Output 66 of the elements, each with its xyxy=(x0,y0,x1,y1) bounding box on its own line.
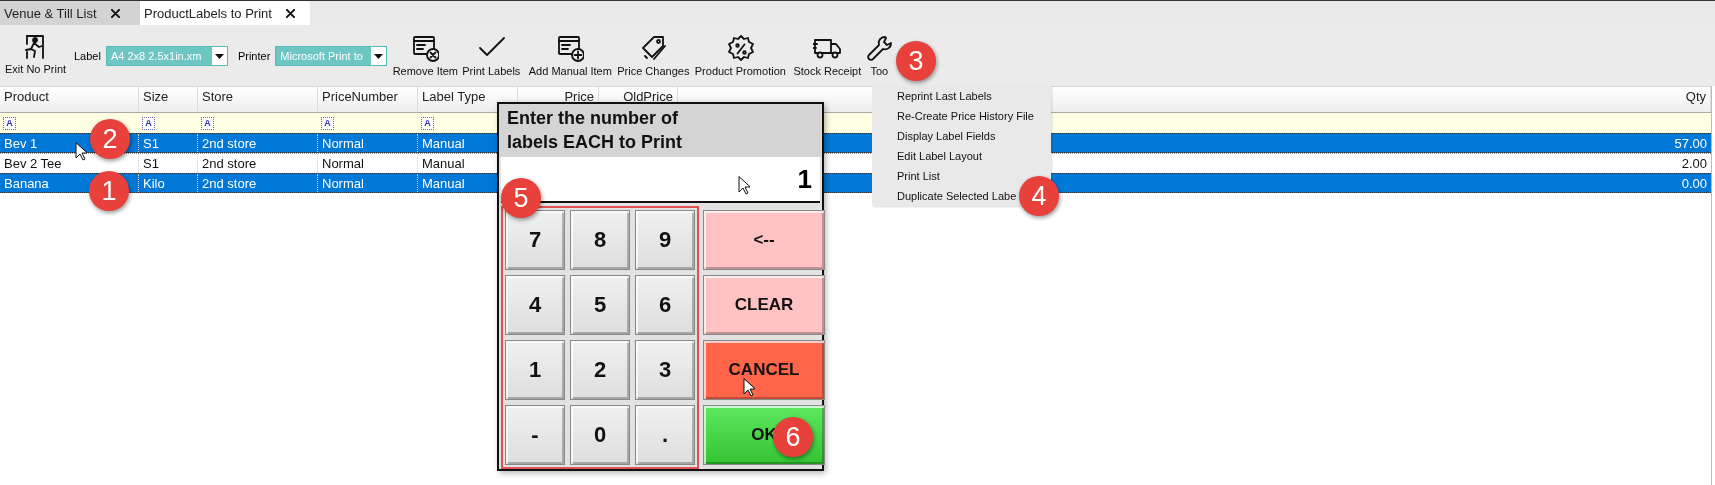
cancel-button[interactable]: CANCEL xyxy=(703,340,825,400)
keypad-key[interactable]: 2 xyxy=(570,340,630,400)
percent-badge-icon xyxy=(726,34,755,62)
callout-badge: 1 xyxy=(89,171,129,211)
door-exit-icon xyxy=(23,34,47,60)
menu-item[interactable]: Edit Label Layout xyxy=(897,150,982,162)
toolbar-button[interactable]: Add Manual Item xyxy=(525,25,616,86)
toolbar-button[interactable]: Stock Receipt xyxy=(789,25,866,86)
column-header[interactable]: Store xyxy=(198,87,318,112)
filter-icon[interactable]: A xyxy=(3,116,16,130)
tab[interactable]: ProductLabels to Print xyxy=(140,1,310,25)
keypad-key[interactable]: 5 xyxy=(570,275,630,335)
menu-item[interactable]: Duplicate Selected Labe xyxy=(897,190,1017,202)
mouse-pointer-icon xyxy=(743,378,755,397)
menu-item[interactable]: Re-Create Price History File xyxy=(897,110,1034,122)
filter-icon[interactable]: A xyxy=(201,116,214,130)
remove-list-icon xyxy=(411,34,440,62)
keypad-key[interactable]: 4 xyxy=(505,275,565,335)
keypad-key[interactable]: 3 xyxy=(635,340,695,400)
keypad-key[interactable]: 8 xyxy=(570,210,630,270)
filter-icon[interactable]: A xyxy=(321,116,334,130)
column-header[interactable]: Size xyxy=(139,87,198,112)
tab[interactable]: Venue & Till List xyxy=(0,1,140,25)
tab-label: Venue & Till List xyxy=(4,5,97,21)
table-cell: 57.00 xyxy=(1674,135,1707,151)
keypad-key[interactable]: 7 xyxy=(505,210,565,270)
menu-item[interactable]: Display Label Fields xyxy=(897,130,996,142)
toolbar-button[interactable]: Product Promotion xyxy=(691,25,790,86)
close-icon[interactable] xyxy=(285,8,295,18)
table-cell: Normal xyxy=(318,174,418,192)
table-cell: S1 xyxy=(139,134,198,152)
keypad-key[interactable]: . xyxy=(635,405,695,465)
keypad-key[interactable]: - xyxy=(505,405,565,465)
mouse-pointer-icon xyxy=(738,176,750,195)
table-cell: Normal xyxy=(318,134,418,152)
menu-item[interactable]: Reprint Last Labels xyxy=(897,90,992,102)
toolbar-button[interactable]: Remove Item xyxy=(393,25,458,86)
column-header[interactable]: PriceNumber xyxy=(318,87,418,112)
table-cell: 2nd store xyxy=(198,134,318,152)
table-cell: 0.00 xyxy=(1681,175,1707,191)
tag-icon xyxy=(639,34,668,62)
toolbar-button[interactable]: Print Labels xyxy=(457,25,526,86)
menu-item[interactable]: Print List xyxy=(897,170,940,182)
column-header[interactable]: Product xyxy=(0,87,139,112)
keypad-key[interactable]: 1 xyxy=(505,340,565,400)
table-cell: 2nd store xyxy=(198,174,318,192)
keypad-key[interactable]: 0 xyxy=(570,405,630,465)
filter-icon[interactable]: A xyxy=(142,116,155,130)
backspace-button[interactable]: <-- xyxy=(703,210,825,270)
table-cell: Kilo xyxy=(139,174,198,192)
toolbar-button[interactable]: Price Changes xyxy=(615,25,692,86)
close-icon[interactable] xyxy=(110,8,120,18)
clear-button[interactable]: CLEAR xyxy=(703,275,825,335)
add-list-icon xyxy=(556,34,585,62)
toolbar-button[interactable]: Too xyxy=(865,25,894,86)
mouse-pointer-icon xyxy=(75,142,87,161)
field-label: Label xyxy=(74,49,101,62)
callout-badge: 4 xyxy=(1019,176,1059,216)
wrench-icon xyxy=(865,34,894,62)
keypad-key[interactable]: 9 xyxy=(635,210,695,270)
keypad-key[interactable]: 6 xyxy=(635,275,695,335)
filter-icon[interactable]: A xyxy=(421,116,434,130)
exit-button[interactable]: Exit No Print xyxy=(0,25,70,86)
tab-label: ProductLabels to Print xyxy=(144,5,272,21)
table-cell: 2.00 xyxy=(1681,156,1707,171)
field-label: Printer xyxy=(237,49,271,62)
